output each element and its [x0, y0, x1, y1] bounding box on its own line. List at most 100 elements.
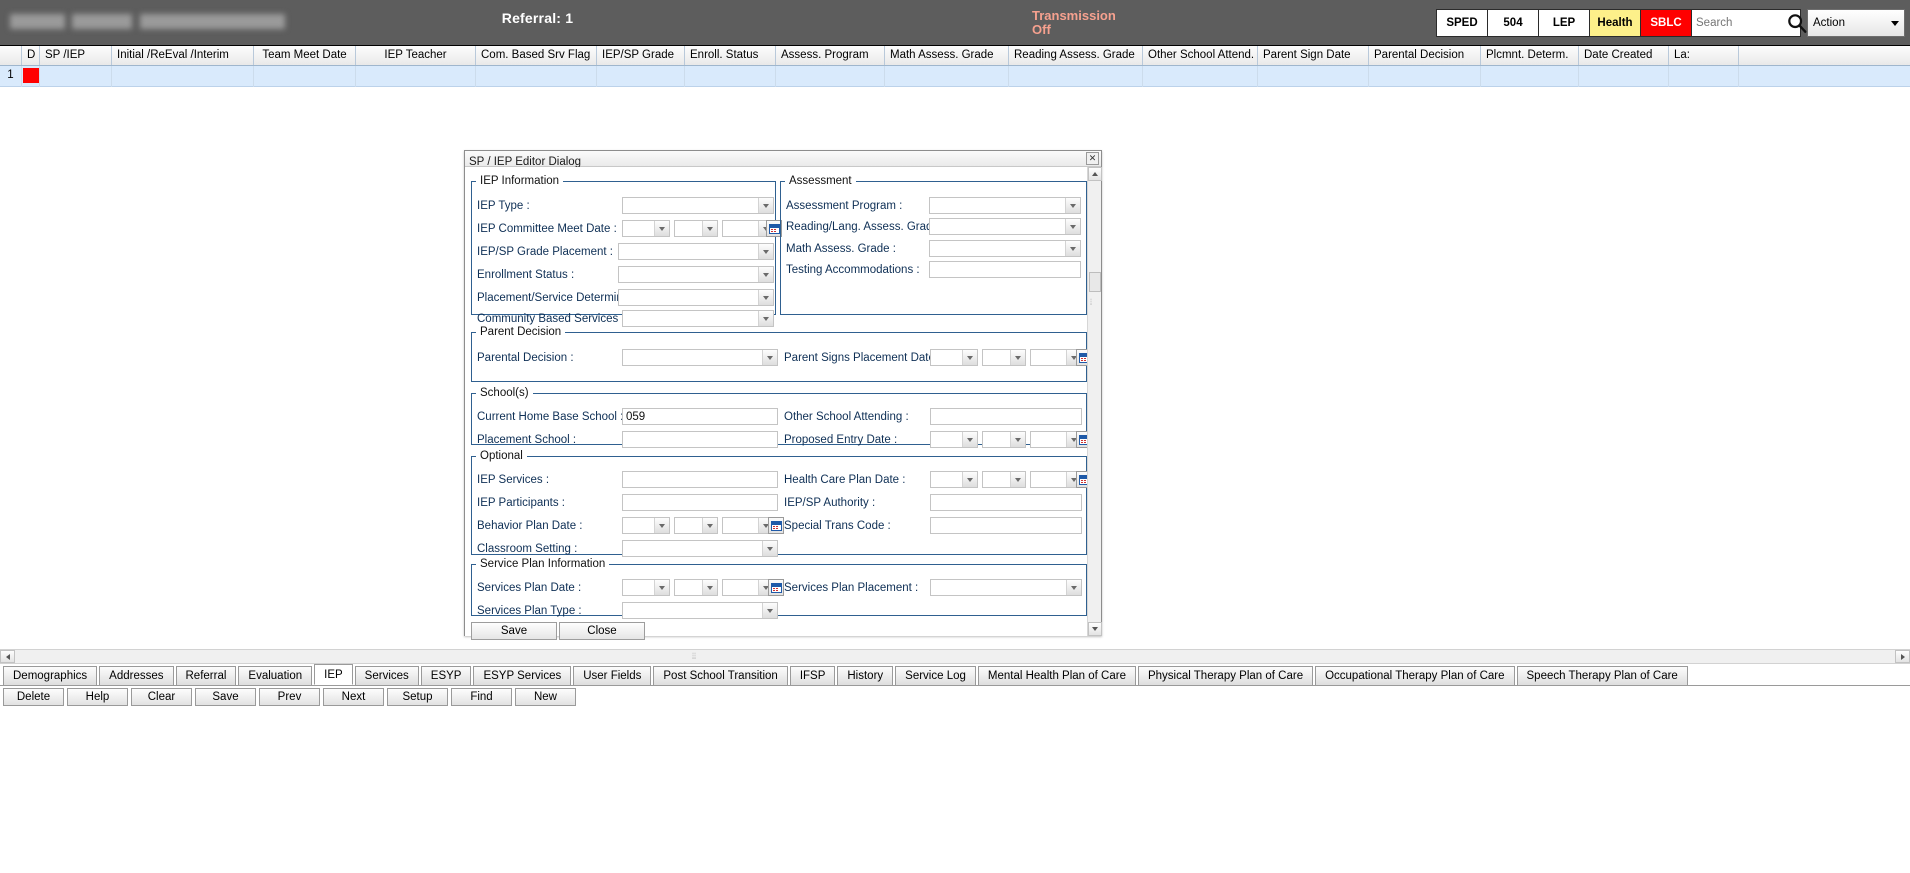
scroll-left-icon[interactable] — [0, 650, 15, 663]
scroll-down-icon[interactable] — [1088, 622, 1102, 636]
reading-lang-assess-grade-combo[interactable] — [929, 218, 1081, 235]
other-school-attending-input[interactable] — [930, 408, 1082, 425]
iep-meet-date-month-combo[interactable] — [622, 220, 670, 237]
grid-column-header[interactable]: Other School Attend. — [1143, 46, 1258, 65]
grid-cell[interactable] — [1579, 66, 1669, 87]
grid-cell[interactable] — [1009, 66, 1143, 87]
services-plan-date-day-combo[interactable] — [674, 579, 718, 596]
services-plan-placement-combo[interactable] — [930, 579, 1082, 596]
health-care-plan-date-year-combo[interactable] — [1030, 471, 1082, 488]
nav-button-sped[interactable]: SPED — [1436, 9, 1487, 37]
tab-ifsp[interactable]: IFSP — [789, 666, 836, 685]
scroll-up-icon[interactable] — [1088, 167, 1102, 181]
tab-iep[interactable]: IEP — [314, 664, 353, 685]
tab-evaluation[interactable]: Evaluation — [238, 666, 313, 685]
parent-sign-date-day-combo[interactable] — [982, 349, 1026, 366]
calendar-icon[interactable] — [768, 579, 784, 596]
dialog-close-button[interactable]: Close — [559, 622, 645, 640]
parent-sign-date-year-combo[interactable] — [1030, 349, 1082, 366]
behavior-plan-date-year-combo[interactable] — [722, 517, 774, 534]
iep-participants-input[interactable] — [622, 494, 778, 511]
services-plan-date-month-combo[interactable] — [622, 579, 670, 596]
grid-cell[interactable] — [356, 66, 476, 87]
find-button[interactable]: Find — [451, 688, 512, 706]
tab-services[interactable]: Services — [354, 666, 419, 685]
search-input[interactable] — [1692, 17, 1800, 29]
placement-service-determination-combo[interactable] — [618, 289, 774, 306]
math-assess-grade-combo[interactable] — [929, 240, 1081, 257]
grid-cell[interactable] — [1369, 66, 1481, 87]
testing-accommodations-input[interactable] — [929, 261, 1081, 278]
health-care-plan-date-day-combo[interactable] — [982, 471, 1026, 488]
services-plan-type-combo[interactable] — [622, 602, 778, 619]
classroom-setting-combo[interactable] — [622, 540, 778, 557]
tab-speech-therapy-plan-of-care[interactable]: Speech Therapy Plan of Care — [1516, 666, 1688, 685]
dialog-save-button[interactable]: Save — [471, 622, 557, 640]
tab-esyp-services[interactable]: ESYP Services — [473, 666, 572, 685]
delete-button[interactable]: Delete — [3, 688, 64, 706]
grid-cell[interactable] — [40, 66, 112, 87]
grid-column-header[interactable]: SP /IEP — [40, 46, 112, 65]
grid-cell[interactable] — [476, 66, 597, 87]
grid-column-header[interactable]: Plcmnt. Determ. — [1481, 46, 1579, 65]
tab-service-log[interactable]: Service Log — [895, 666, 976, 685]
grid-column-header[interactable]: Math Assess. Grade — [885, 46, 1009, 65]
community-based-services-combo[interactable] — [622, 310, 774, 327]
tab-user-fields[interactable]: User Fields — [573, 666, 652, 685]
enrollment-status-combo[interactable] — [618, 266, 774, 283]
proposed-entry-date-month-combo[interactable] — [930, 431, 978, 448]
assessment-program-combo[interactable] — [929, 197, 1081, 214]
action-dropdown[interactable]: Action — [1807, 9, 1905, 37]
grid-column-header[interactable]: Initial /ReEval /Interim — [112, 46, 254, 65]
placement-school-input[interactable] — [622, 431, 778, 448]
behavior-plan-date-month-combo[interactable] — [622, 517, 670, 534]
grid-column-header[interactable]: IEP/SP Grade — [597, 46, 685, 65]
current-home-base-school-input[interactable] — [622, 408, 778, 425]
grid-horizontal-scrollbar[interactable]: ⦙⦙ — [0, 649, 1910, 664]
grid-column-header[interactable]: Enroll. Status — [685, 46, 776, 65]
parental-decision-combo[interactable] — [622, 349, 778, 366]
calendar-icon[interactable] — [768, 517, 784, 534]
delete-flag-cell[interactable] — [22, 66, 40, 87]
nav-button-health[interactable]: Health — [1589, 9, 1640, 37]
health-care-plan-date-month-combo[interactable] — [930, 471, 978, 488]
delete-flag-icon[interactable] — [23, 68, 39, 83]
grid-cell[interactable] — [776, 66, 885, 87]
tab-post-school-transition[interactable]: Post School Transition — [653, 666, 788, 685]
next-button[interactable]: Next — [323, 688, 384, 706]
tab-history[interactable]: History — [837, 666, 894, 685]
grid-column-header[interactable]: D — [22, 46, 40, 65]
grid-column-header[interactable]: Reading Assess. Grade — [1009, 46, 1143, 65]
grid-column-header[interactable]: Team Meet Date — [254, 46, 356, 65]
grid-column-header[interactable]: Assess. Program — [776, 46, 885, 65]
grid-cell[interactable] — [597, 66, 685, 87]
grid-cell[interactable] — [1258, 66, 1369, 87]
grid-cell[interactable] — [1143, 66, 1258, 87]
setup-button[interactable]: Setup — [387, 688, 448, 706]
iep-type-combo[interactable] — [622, 197, 774, 214]
tab-esyp[interactable]: ESYP — [420, 666, 472, 685]
grid-column-header[interactable]: Com. Based Srv Flag — [476, 46, 597, 65]
tab-occupational-therapy-plan-of-care[interactable]: Occupational Therapy Plan of Care — [1315, 666, 1515, 685]
grid-column-header[interactable]: Date Created — [1579, 46, 1669, 65]
prev-button[interactable]: Prev — [259, 688, 320, 706]
grid-column-header[interactable]: Parent Sign Date — [1258, 46, 1369, 65]
iep-sp-authority-input[interactable] — [930, 494, 1082, 511]
grid-column-header[interactable]: La: — [1669, 46, 1739, 65]
nav-button-sblc[interactable]: SBLC — [1640, 9, 1691, 37]
tab-demographics[interactable]: Demographics — [3, 666, 98, 685]
behavior-plan-date-day-combo[interactable] — [674, 517, 718, 534]
tab-addresses[interactable]: Addresses — [99, 666, 174, 685]
grid-cell[interactable] — [885, 66, 1009, 87]
iep-meet-date-day-combo[interactable] — [674, 220, 718, 237]
dialog-scrollbar[interactable]: ⦙ — [1087, 167, 1102, 636]
tab-mental-health-plan-of-care[interactable]: Mental Health Plan of Care — [977, 666, 1136, 685]
clear-button[interactable]: Clear — [131, 688, 192, 706]
tab-physical-therapy-plan-of-care[interactable]: Physical Therapy Plan of Care — [1137, 666, 1314, 685]
nav-button-lep[interactable]: LEP — [1538, 9, 1589, 37]
close-icon[interactable]: ✕ — [1086, 152, 1099, 165]
parent-sign-date-month-combo[interactable] — [930, 349, 978, 366]
save-button[interactable]: Save — [195, 688, 256, 706]
grid-cell[interactable] — [112, 66, 254, 87]
iep-sp-grade-placement-combo[interactable] — [618, 243, 774, 260]
